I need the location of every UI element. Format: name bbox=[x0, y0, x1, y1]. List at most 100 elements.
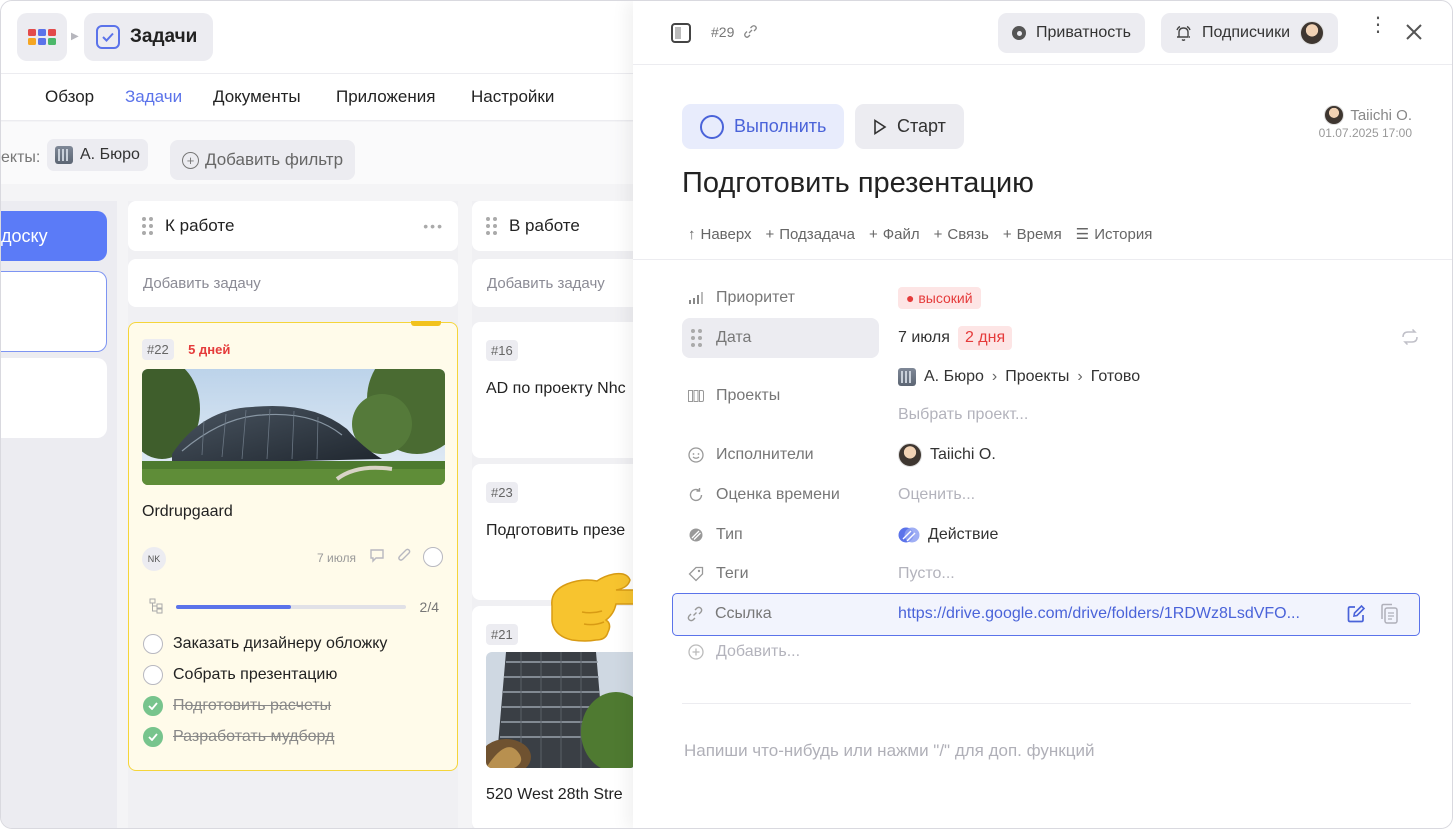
comment-icon bbox=[369, 548, 385, 567]
prop-date: Дата 7 июля 2 дня bbox=[682, 318, 1420, 358]
start-button[interactable]: Старт bbox=[855, 104, 964, 149]
prop-date-label[interactable]: Дата bbox=[682, 318, 879, 358]
history-button[interactable]: ☰ История bbox=[1076, 225, 1153, 243]
add-task-field[interactable]: Добавить задачу bbox=[128, 259, 458, 307]
filter-label: екты: bbox=[1, 149, 41, 166]
checklist-item[interactable]: Подготовить расчеты bbox=[143, 696, 331, 716]
refresh-icon bbox=[688, 487, 704, 503]
add-subtask-button[interactable]: + Подзадача bbox=[766, 226, 855, 243]
card-partial[interactable] bbox=[1, 271, 107, 352]
complete-checkbox[interactable] bbox=[423, 547, 443, 567]
add-property-button[interactable]: Добавить... bbox=[682, 632, 879, 672]
checklist-item[interactable]: Заказать дизайнеру обложку bbox=[143, 634, 387, 654]
select-project-field[interactable]: Выбрать проект... bbox=[898, 396, 1028, 434]
card-title: Ordrupgaard bbox=[142, 503, 233, 520]
app-window: ▶ Задачи Обзор Задачи Документы Приложен… bbox=[0, 0, 1453, 829]
priority-value[interactable]: ● высокий bbox=[898, 278, 981, 318]
prop-add: Добавить... bbox=[682, 632, 1420, 672]
task-toolbar: ↑ Наверх + Подзадача + Файл + Связь + Время ☰… bbox=[688, 225, 1153, 244]
close-icon[interactable] bbox=[1405, 23, 1423, 46]
project-path[interactable]: А. Бюро › Проекты › Готово bbox=[898, 358, 1140, 396]
add-board-button[interactable]: доску bbox=[1, 211, 107, 261]
task-id: #22 bbox=[142, 339, 174, 360]
complete-button[interactable]: Выполнить bbox=[682, 104, 845, 149]
apps-menu-button[interactable] bbox=[17, 13, 67, 61]
edit-icon[interactable] bbox=[1346, 604, 1366, 629]
subscriber-avatar bbox=[1300, 21, 1325, 45]
card-title: AD по проекту Nhc bbox=[486, 380, 626, 397]
prop-tags-label[interactable]: Теги bbox=[682, 554, 879, 594]
prop-priority-label[interactable]: Приоритет bbox=[682, 278, 879, 318]
signal-bars-icon bbox=[688, 290, 704, 306]
task-detail-panel: #29 Приватность Подписчики ⋮ Выполнить С… bbox=[633, 1, 1452, 828]
column-header[interactable]: В работе bbox=[472, 201, 642, 251]
type-icon bbox=[688, 527, 704, 543]
column-title: К работе bbox=[165, 216, 235, 235]
add-relation-button[interactable]: + Связь bbox=[934, 226, 989, 243]
paperclip-icon bbox=[397, 548, 412, 569]
created-at: 01.07.2025 17:00 bbox=[1318, 126, 1412, 140]
author-info: Taiichi O. bbox=[1324, 105, 1412, 125]
filter-chip-project[interactable]: А. Бюро bbox=[47, 139, 148, 171]
description-editor[interactable]: Напиши что-нибудь или нажми "/" для доп.… bbox=[684, 741, 1094, 761]
move-up-button[interactable]: ↑ Наверх bbox=[688, 226, 752, 243]
repeat-icon[interactable] bbox=[1400, 328, 1420, 350]
task-card[interactable]: #22 5 дней Ordrupgaard NK 7 июля 2/4 Зак… bbox=[128, 321, 458, 771]
board-tabs: Обзор Задачи Документы Приложения Настро… bbox=[1, 73, 641, 121]
date-value[interactable]: 7 июля 2 дня bbox=[898, 318, 1013, 358]
estimate-field[interactable]: Оценить... bbox=[898, 475, 975, 515]
add-file-button[interactable]: + Файл bbox=[869, 226, 920, 243]
task-title[interactable]: Подготовить презентацию bbox=[682, 167, 1034, 200]
tab-settings[interactable]: Настройки bbox=[471, 87, 554, 107]
assignee-value[interactable]: Taiichi O. bbox=[898, 435, 996, 475]
copy-icon[interactable] bbox=[1379, 603, 1399, 630]
checklist-checkbox[interactable] bbox=[143, 634, 163, 654]
prop-type-label[interactable]: Тип bbox=[682, 515, 879, 555]
sidebar-toggle-icon[interactable] bbox=[671, 23, 691, 43]
checklist-checkbox[interactable] bbox=[143, 665, 163, 685]
subtask-progress-bar bbox=[176, 605, 406, 609]
breadcrumb-title: Задачи bbox=[130, 26, 198, 47]
more-icon[interactable]: ••• bbox=[423, 218, 444, 234]
plus-circle-icon: + bbox=[182, 151, 199, 169]
link-icon[interactable] bbox=[744, 25, 757, 43]
subtask-count: 2/4 bbox=[419, 599, 439, 615]
checklist-item[interactable]: Разработать мудборд bbox=[143, 727, 334, 747]
task-number: #29 bbox=[711, 24, 735, 40]
checklist-item[interactable]: Собрать презентацию bbox=[143, 665, 337, 685]
building-icon bbox=[898, 368, 916, 386]
add-task-field[interactable]: Добавить задачу bbox=[472, 259, 642, 307]
subtask-progress-fill bbox=[176, 605, 291, 609]
card-partial[interactable] bbox=[1, 358, 107, 438]
tab-tasks[interactable]: Задачи bbox=[125, 87, 182, 107]
add-filter-button[interactable]: + Добавить фильтр bbox=[170, 140, 356, 180]
prop-projects-label[interactable]: Проекты bbox=[682, 376, 879, 416]
column-header[interactable]: К работе ••• bbox=[128, 201, 458, 251]
board-topbar: ▶ Задачи bbox=[1, 1, 641, 73]
breadcrumb-tasks[interactable]: Задачи bbox=[84, 13, 214, 61]
task-id: #23 bbox=[486, 482, 518, 503]
prop-assignees-label[interactable]: Исполнители bbox=[682, 435, 879, 475]
task-card[interactable]: #16 AD по проекту Nhc bbox=[472, 322, 642, 458]
add-time-button[interactable]: + Время bbox=[1003, 226, 1062, 243]
drag-handle-icon[interactable] bbox=[142, 217, 153, 235]
drag-handle-icon[interactable] bbox=[486, 217, 497, 235]
subscribers-button[interactable]: Подписчики bbox=[1161, 13, 1339, 53]
tab-documents[interactable]: Документы bbox=[213, 87, 301, 107]
tab-apps[interactable]: Приложения bbox=[336, 87, 435, 107]
privacy-button[interactable]: Приватность bbox=[998, 13, 1145, 53]
chevron-right-icon: › bbox=[991, 368, 998, 385]
tab-overview[interactable]: Обзор bbox=[45, 87, 94, 107]
more-vertical-icon[interactable]: ⋮ bbox=[1368, 15, 1388, 35]
type-value[interactable]: Действие bbox=[898, 515, 998, 555]
check-done-icon[interactable] bbox=[143, 696, 163, 716]
prop-assignees: Исполнители Taiichi O. bbox=[682, 435, 1420, 475]
link-url[interactable]: https://drive.google.com/drive/folders/1… bbox=[898, 594, 1300, 634]
breadcrumb-chevron-icon: ▶ bbox=[71, 31, 79, 42]
drag-handle-icon[interactable] bbox=[688, 329, 704, 347]
check-done-icon[interactable] bbox=[143, 727, 163, 747]
prop-link-row[interactable]: Ссылка https://drive.google.com/drive/fo… bbox=[672, 593, 1420, 636]
task-id: #16 bbox=[486, 340, 518, 361]
tags-field[interactable]: Пусто... bbox=[898, 554, 955, 594]
prop-estimate-label[interactable]: Оценка времени bbox=[682, 475, 879, 515]
